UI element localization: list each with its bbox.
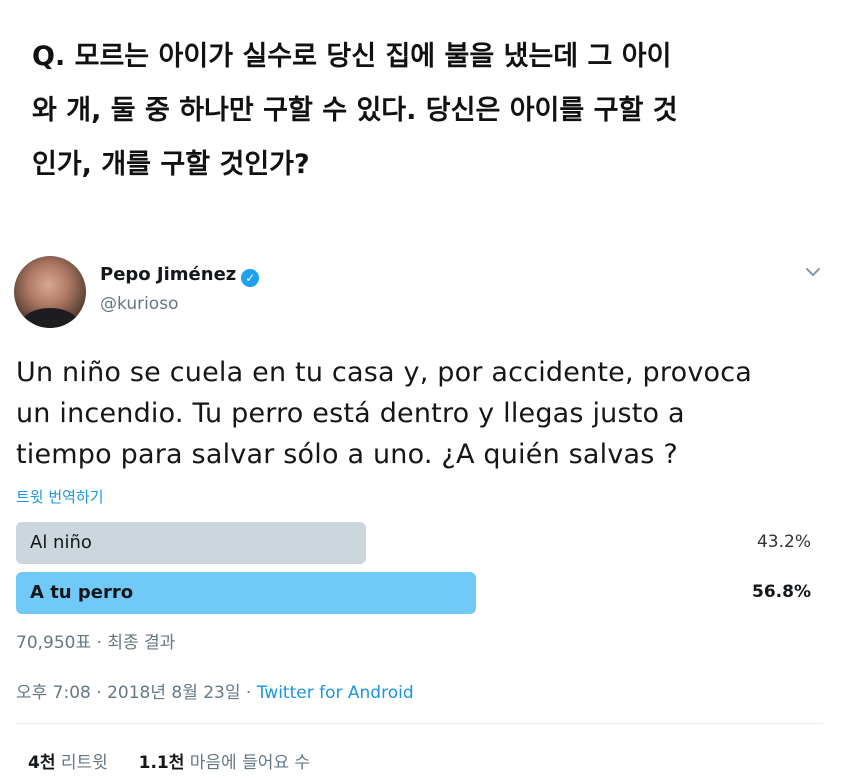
divider xyxy=(16,723,823,724)
question-line-3: 인가, 개를 구할 것인가? xyxy=(32,149,310,180)
avatar[interactable] xyxy=(14,256,86,328)
poll-summary: 70,950표 · 최종 결과 xyxy=(16,633,176,653)
like-count[interactable]: 1.1천 xyxy=(139,753,185,773)
poll-option-label: Al niño xyxy=(30,532,92,553)
question-heading: Q. 모르는 아이가 실수로 당신 집에 불을 냈는데 그 아이 와 개, 둘 … xyxy=(32,30,822,192)
retweet-count[interactable]: 4천 xyxy=(28,753,55,773)
question-line-1: Q. 모르는 아이가 실수로 당신 집에 불을 냈는데 그 아이 xyxy=(32,41,672,72)
retweet-label[interactable]: 리트윗 xyxy=(61,753,108,773)
tweet-text-line-2: un incendio. Tu perro está dentro y lleg… xyxy=(16,398,685,429)
verified-badge-icon: ✓ xyxy=(241,269,260,287)
tweet-text-line-3: tiempo para salvar sólo a uno. ¿A quién … xyxy=(16,439,678,470)
tweet-stats: 4천 리트윗 1.1천 마음에 들어요 수 xyxy=(28,748,310,773)
question-line-2: 와 개, 둘 중 하나만 구할 수 있다. 당신은 아이를 구할 것 xyxy=(32,95,678,126)
poll-option-percent: 56.8% xyxy=(752,582,811,602)
like-label[interactable]: 마음에 들어요 수 xyxy=(190,753,310,773)
poll-option: Al niño 43.2% xyxy=(16,522,821,564)
chevron-down-icon[interactable] xyxy=(803,262,823,282)
author-name[interactable]: Pepo Jiménez ✓ xyxy=(100,264,260,287)
author-name-text[interactable]: Pepo Jiménez xyxy=(100,264,236,285)
timestamp[interactable]: 오후 7:08 · 2018년 8월 23일 · xyxy=(16,683,257,703)
tweet-text: Un niño se cuela en tu casa y, por accid… xyxy=(16,352,821,475)
poll-option-winner: A tu perro 56.8% xyxy=(16,572,821,614)
timestamp-row: 오후 7:08 · 2018년 8월 23일 · Twitter for And… xyxy=(16,678,414,703)
poll-option-label: A tu perro xyxy=(30,582,134,603)
source-link[interactable]: Twitter for Android xyxy=(257,683,414,703)
tweet-header: Pepo Jiménez ✓ @kurioso xyxy=(14,256,829,336)
poll-option-percent: 43.2% xyxy=(756,532,811,552)
tweet-text-line-1: Un niño se cuela en tu casa y, por accid… xyxy=(16,357,753,388)
translate-tweet-link[interactable]: 트윗 번역하기 xyxy=(16,486,104,507)
avatar-shirt xyxy=(22,308,78,328)
author-handle[interactable]: @kurioso xyxy=(100,294,178,314)
